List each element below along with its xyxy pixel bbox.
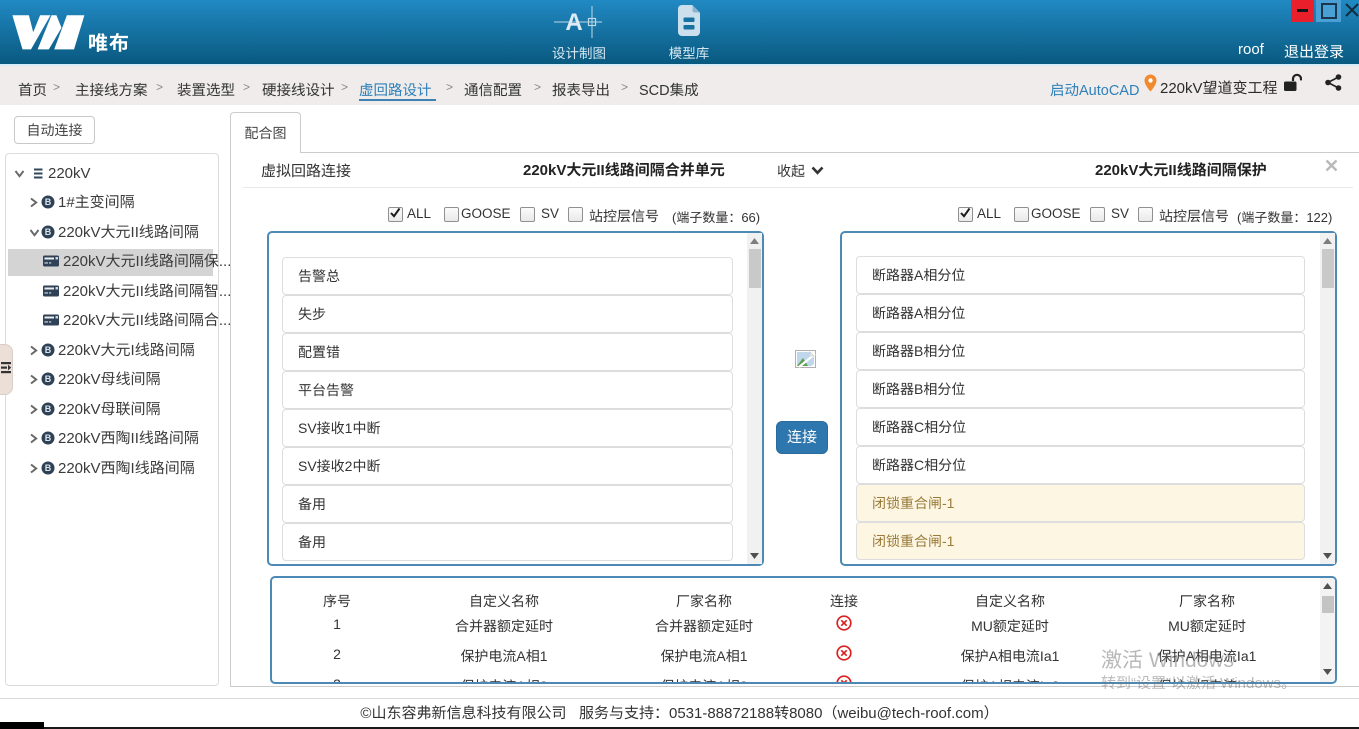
svg-text:B: B [45,404,52,414]
svg-text:B: B [45,374,52,384]
svg-text:B: B [45,227,52,237]
svg-text:B: B [45,433,52,443]
svg-text:B: B [45,463,52,473]
svg-text:A: A [565,9,582,36]
svg-text:B: B [45,197,52,207]
svg-text:B: B [45,345,52,355]
